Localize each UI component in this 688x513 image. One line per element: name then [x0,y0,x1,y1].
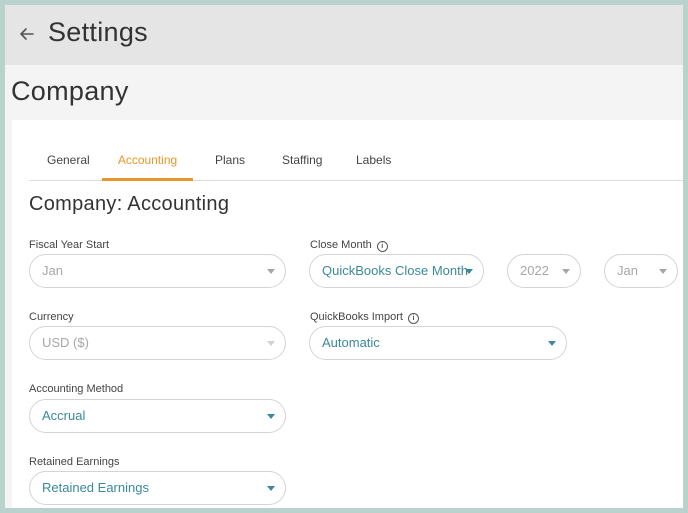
close-month-source-value: QuickBooks Close Month [322,263,468,278]
quickbooks-import-label-text: QuickBooks Import [310,311,403,323]
currency-label: Currency [29,311,74,323]
fiscal-year-start-value: Jan [42,263,63,278]
chevron-down-icon [267,486,275,491]
tab-accounting[interactable]: Accounting [102,140,193,181]
page-title: Company [11,76,129,106]
accounting-method-select[interactable]: Accrual [29,399,286,433]
close-month-label-text: Close Month [310,239,372,251]
tab-plans[interactable]: Plans [215,140,245,180]
chevron-down-icon [267,414,275,419]
fiscal-year-start-label: Fiscal Year Start [29,239,110,251]
quickbooks-import-select[interactable]: Automatic [309,326,567,360]
info-icon[interactable]: i [407,313,419,324]
retained-earnings-select[interactable]: Retained Earnings [29,471,286,505]
close-month-source-select[interactable]: QuickBooks Close Month [309,254,484,288]
fiscal-year-start-select[interactable]: Jan [29,254,286,288]
info-icon[interactable]: i [376,241,388,252]
tab-bar: General Accounting Plans Staffing Labels [29,140,683,181]
tab-general[interactable]: General [47,140,90,180]
chevron-down-icon [267,269,275,274]
chevron-down-icon [267,341,275,346]
close-month-month-value: Jan [617,263,638,278]
arrow-left-icon[interactable] [17,24,37,44]
chevron-down-icon [548,341,556,346]
tab-labels[interactable]: Labels [356,140,391,180]
header-bar: Settings [5,5,683,65]
accounting-method-value: Accrual [42,408,86,423]
app-frame: Settings Company General Accounting Plan… [5,5,683,508]
chevron-down-icon [465,269,473,274]
chevron-down-icon [659,269,667,274]
currency-select[interactable]: USD ($) [29,326,286,360]
quickbooks-import-label: QuickBooks Import i [310,311,419,324]
accounting-method-label: Accounting Method [29,383,124,395]
close-month-year-select[interactable]: 2022 [507,254,581,288]
retained-earnings-label: Retained Earnings [29,456,120,468]
header-title: Settings [48,17,148,47]
close-month-year-value: 2022 [520,263,549,278]
settings-card: General Accounting Plans Staffing Labels… [12,120,683,508]
section-title: Company: Accounting [29,193,230,215]
close-month-month-select[interactable]: Jan [604,254,678,288]
chevron-down-icon [562,269,570,274]
currency-value: USD ($) [42,335,89,350]
close-month-label: Close Month i [310,239,388,252]
retained-earnings-value: Retained Earnings [42,480,149,495]
tab-staffing[interactable]: Staffing [282,140,322,180]
quickbooks-import-value: Automatic [322,335,380,350]
